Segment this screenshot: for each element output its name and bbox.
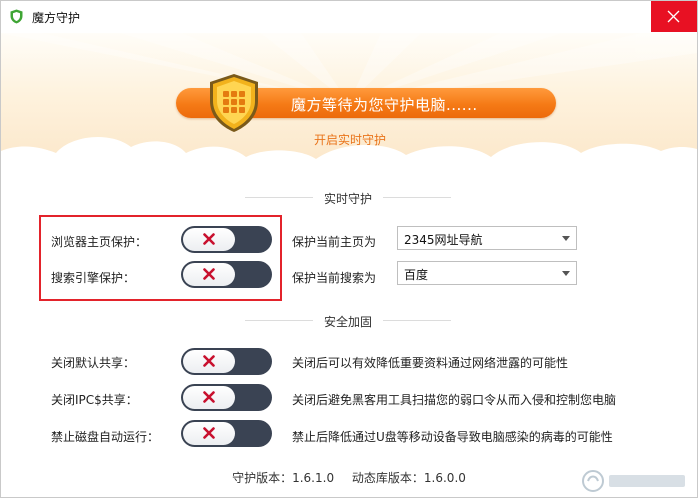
realtime-section-header: 实时守护 [233,190,463,206]
search-engine-select[interactable]: 百度 [397,261,577,285]
ipc-share-description: 关闭后避免黑客用工具扫描您的弱口令从而入侵和控制您电脑 [292,393,617,407]
toggle-knob [183,386,235,409]
x-icon [203,391,215,403]
shield-icon [210,74,258,132]
search-engine-select-value: 百度 [404,268,429,282]
autorun-toggle[interactable] [181,420,272,447]
default-share-toggle[interactable] [181,348,272,375]
close-button[interactable] [651,1,697,32]
toggle-knob [183,350,235,373]
default-share-label: 关闭默认共享： [51,356,136,370]
default-share-description: 关闭后可以有效降低重要资料通过网络泄露的可能性 [292,356,569,370]
close-icon [667,10,680,23]
ipc-share-label: 关闭IPC$共享： [51,393,138,407]
app-window: 魔方守护 魔方等待为您守护电脑...... 开启实时守护 实时守护 浏览器主页保… [0,0,698,498]
x-icon [203,268,215,280]
search-protection-label: 搜索引擎保护： [51,271,136,285]
toggle-knob [183,422,235,445]
homepage-field-label: 保护当前主页为 [292,235,377,249]
homepage-select-value: 2345网址导航 [404,233,483,247]
toggle-knob [183,228,235,251]
x-icon [203,355,215,367]
search-field-label: 保护当前搜索为 [292,271,377,285]
title-bar[interactable]: 魔方守护 [1,1,697,33]
toggle-knob [183,263,235,286]
autorun-description: 禁止后降低通过U盘等移动设备导致电脑感染的病毒的可能性 [292,430,613,444]
x-icon [203,233,215,245]
protection-status-text: 魔方等待为您守护电脑...... [291,96,478,114]
shield-app-icon [10,9,23,24]
chevron-down-icon [562,271,570,276]
divider [383,197,451,198]
autorun-label: 禁止磁盘自动运行： [51,430,160,444]
watermark-logo [582,470,685,492]
security-section-header: 安全加固 [233,313,463,329]
lib-version: 动态库版本：1.6.0.0 [351,471,466,485]
ipc-share-toggle[interactable] [181,384,272,411]
homepage-protection-toggle[interactable] [181,226,272,253]
divider [383,320,451,321]
homepage-select[interactable]: 2345网址导航 [397,226,577,250]
app-version: 守护版本：1.6.1.0 [232,471,335,485]
x-icon [203,427,215,439]
section-title: 实时守护 [323,192,372,206]
enable-realtime-link[interactable]: 开启实时守护 [314,131,386,148]
search-protection-toggle[interactable] [181,261,272,288]
window-title: 魔方守护 [32,11,81,25]
section-title: 安全加固 [323,315,372,329]
header-banner: 魔方等待为您守护电脑...... 开启实时守护 [1,33,697,173]
chevron-down-icon [562,236,570,241]
homepage-protection-label: 浏览器主页保护： [51,235,148,249]
